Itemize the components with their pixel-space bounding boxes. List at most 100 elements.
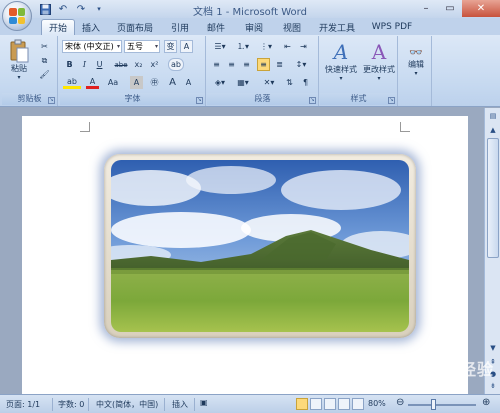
ribbon-tabs: 开始 插入 页面布局 引用 邮件 审阅 视图 开发工具 WPS PDF [0,18,500,35]
zoom-slider-thumb[interactable] [431,399,437,410]
line-spacing-icon[interactable]: ↕▾ [291,58,311,71]
print-layout-view-icon[interactable] [296,398,308,410]
document-area [0,108,484,394]
italic-button[interactable]: I [78,58,91,71]
editing-button[interactable]: 👓 编辑 ▾ [401,38,431,84]
undo-icon[interactable]: ↶ [56,2,70,16]
word-count[interactable]: 字数: 0 [58,399,84,410]
show-marks-icon[interactable]: ¶ [299,76,312,89]
char-shading-button[interactable]: A [130,76,143,89]
zoom-slider[interactable] [408,404,476,406]
paste-icon [10,39,29,63]
tab-mailings[interactable]: 邮件 [202,19,230,35]
tab-references[interactable]: 引用 [166,19,194,35]
justify-icon[interactable]: ≡ [257,58,270,71]
cut-icon[interactable]: ✂ [38,40,51,53]
scroll-thumb[interactable] [487,138,499,258]
change-case-icon[interactable]: ab [168,58,184,71]
styles-group: A 快速样式 ▾ A 更改样式 ▾ 样式 ↘ [320,36,398,106]
bold-button[interactable]: B [63,58,76,71]
language-indicator[interactable]: 中文(简体，中国) [96,399,158,410]
sort-icon[interactable]: ⇅ [283,76,296,89]
align-right-icon[interactable]: ≡ [240,58,253,71]
tab-developer[interactable]: 开发工具 [314,19,360,35]
insert-mode[interactable]: 插入 [172,399,188,410]
font-size-value: 五号 [127,42,143,51]
quick-styles-button[interactable]: A 快速样式 ▾ [322,38,360,84]
office-logo-icon [9,8,25,24]
highlight-color-icon[interactable]: ab [63,76,81,89]
copy-icon[interactable]: ⧉ [38,54,51,67]
redo-icon[interactable]: ↷ [74,2,88,16]
align-left-icon[interactable]: ≡ [210,58,223,71]
zoom-level[interactable]: 80% [368,399,386,408]
vertical-scrollbar[interactable]: ▤ ▲ ▼ ⇞ ● ⇟ [484,108,500,394]
font-size-select[interactable]: 五号 ▾ [124,40,160,53]
underline-button[interactable]: U [93,58,106,71]
distributed-icon[interactable]: ≣ [273,58,286,71]
strikethrough-button[interactable]: abe [112,58,130,71]
grow-font-button[interactable]: A [166,76,179,89]
scroll-up-icon[interactable]: ▲ [486,124,500,136]
close-icon[interactable]: ✕ [462,0,500,17]
change-case-button[interactable]: Aa [104,76,122,89]
asian-layout-icon[interactable]: ✕▾ [259,76,279,89]
zoom-out-icon[interactable]: ⊖ [396,397,404,408]
subscript-button[interactable]: x₂ [132,58,145,71]
bullets-icon[interactable]: ☰▾ [210,40,230,53]
maximize-icon[interactable]: ▭ [438,0,462,17]
shading-icon[interactable]: ◈▾ [210,76,230,89]
zoom-in-icon[interactable]: ⊕ [482,397,490,408]
shrink-font-button[interactable]: A [182,76,195,89]
styles-launcher-icon[interactable]: ↘ [388,97,395,104]
superscript-button[interactable]: x² [148,58,161,71]
web-layout-view-icon[interactable] [324,398,336,410]
macro-record-icon[interactable]: ▣ [200,398,208,407]
tab-review[interactable]: 审阅 [240,19,268,35]
paste-label: 粘贴 [11,64,27,73]
inserted-picture-frame[interactable] [104,154,416,338]
font-name-value: 宋体 (中文正) [65,42,114,51]
decrease-indent-icon[interactable]: ⇤ [281,40,294,53]
tab-wps-pdf[interactable]: WPS PDF [368,19,416,35]
numbering-icon[interactable]: ⒈▾ [233,40,253,53]
font-launcher-icon[interactable]: ↘ [196,97,203,104]
borders-icon[interactable]: ▦▾ [233,76,253,89]
chevron-down-icon: ▾ [116,43,120,50]
character-border-icon[interactable]: A [180,40,193,53]
full-screen-reading-view-icon[interactable] [310,398,322,410]
customize-qat-icon[interactable]: ▾ [92,2,106,16]
paragraph-group-label: 段落 [207,93,318,105]
tab-page-layout[interactable]: 页面布局 [110,19,160,35]
tab-view[interactable]: 视图 [278,19,306,35]
outline-view-icon[interactable] [338,398,350,410]
tab-insert[interactable]: 插入 [78,19,104,35]
change-styles-button[interactable]: A 更改样式 ▾ [360,38,398,84]
format-painter-icon[interactable]: 🖌 [38,68,51,81]
scroll-down-icon[interactable]: ▼ [486,342,500,354]
align-center-icon[interactable]: ≡ [225,58,238,71]
tab-home[interactable]: 开始 [41,19,75,35]
page-count[interactable]: 页面: 1/1 [6,399,40,410]
clear-formatting-icon[interactable]: 变 [164,40,177,53]
landscape-picture[interactable] [111,160,409,332]
document-page[interactable] [22,116,468,394]
next-page-icon[interactable]: ⇟ [486,380,500,392]
ruler-toggle-icon[interactable]: ▤ [486,110,500,122]
multilevel-list-icon[interactable]: ⋮▾ [256,40,276,53]
enclose-characters-icon[interactable]: ㊥ [148,76,161,89]
clipboard-launcher-icon[interactable]: ↘ [48,97,55,104]
paragraph-launcher-icon[interactable]: ↘ [309,97,316,104]
font-name-select[interactable]: 宋体 (中文正) ▾ [62,40,122,53]
office-button[interactable] [2,1,32,31]
status-bar: 页面: 1/1 字数: 0 中文(简体，中国) 插入 ▣ 80% ⊖ ⊕ [0,394,500,413]
draft-view-icon[interactable] [352,398,364,410]
increase-indent-icon[interactable]: ⇥ [297,40,310,53]
crop-mark [400,122,410,132]
font-color-button[interactable]: A [86,76,99,89]
divider [164,398,165,411]
minimize-icon[interactable]: – [414,0,438,17]
paragraph-group: ☰▾ ⒈▾ ⋮▾ ⇤ ⇥ ≡ ≡ ≡ ≡ ≣ ↕▾ ◈▾ ▦▾ ✕▾ ⇅ ¶ 段… [207,36,319,106]
save-icon[interactable] [38,2,52,16]
paste-button[interactable]: 粘贴 ▾ [5,38,33,82]
